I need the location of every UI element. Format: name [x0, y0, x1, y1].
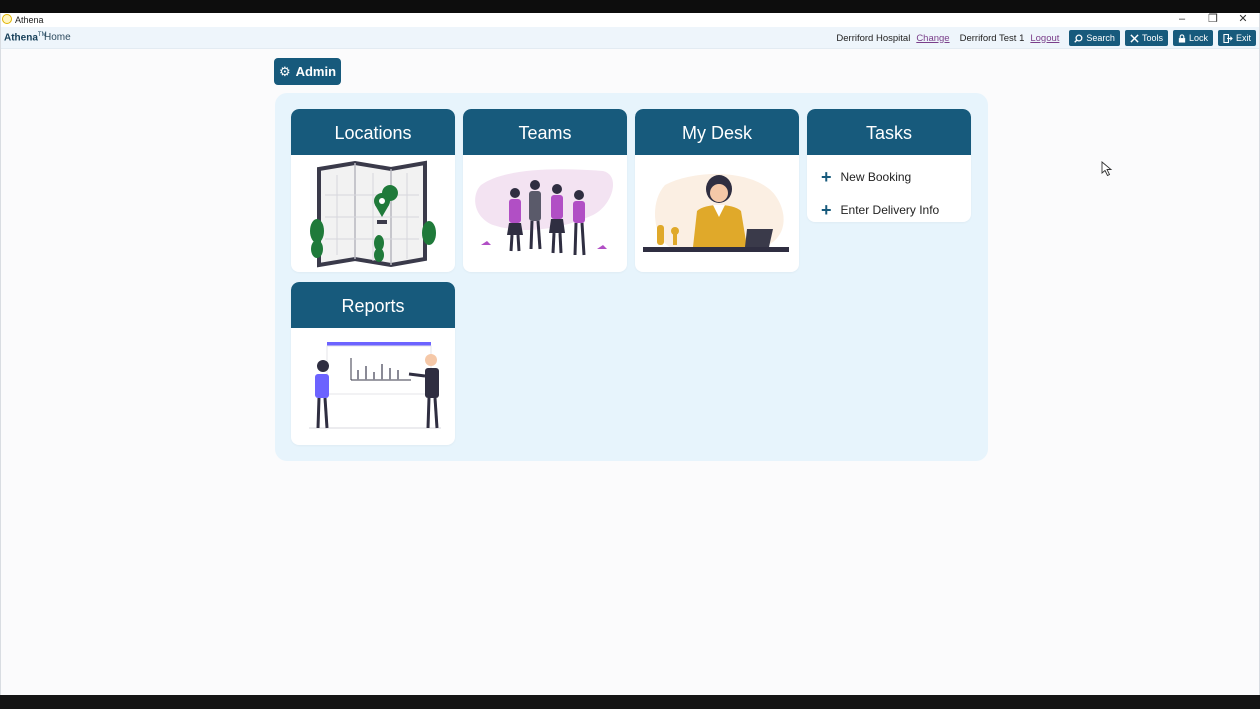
navbar-actions: Derriford Hospital Change Derriford Test…: [836, 30, 1256, 46]
mydesk-tile-title: My Desk: [635, 109, 799, 155]
breadcrumb-home[interactable]: Home: [44, 32, 71, 43]
dashboard-panel: Locations Teams My Desk Tasks + New Book…: [275, 93, 988, 461]
locations-tile[interactable]: Locations: [291, 109, 455, 272]
gear-icon: ⚙: [278, 63, 291, 79]
teams-tile-title: Teams: [463, 109, 627, 155]
reports-tile[interactable]: Reports: [291, 282, 455, 445]
task-enter-delivery-info-label: Enter Delivery Info: [840, 203, 940, 217]
change-site-link[interactable]: Change: [916, 33, 949, 44]
reports-illustration: [291, 328, 455, 445]
site-name: Derriford Hospital: [836, 32, 911, 44]
navbar: AthenaTM Home Derriford Hospital Change …: [1, 27, 1259, 49]
task-enter-delivery-info[interactable]: + Enter Delivery Info: [821, 201, 939, 219]
exit-button[interactable]: Exit: [1217, 30, 1256, 46]
teams-tile[interactable]: Teams: [463, 109, 627, 272]
logout-link[interactable]: Logout: [1030, 33, 1059, 44]
tools-icon: [1130, 33, 1139, 43]
task-new-booking-label: New Booking: [840, 170, 912, 184]
bottom-black-bar: [0, 695, 1260, 709]
window-titlebar: Athena – ❐ ✕: [1, 13, 1259, 27]
exit-icon: [1223, 33, 1233, 43]
teams-illustration: [463, 155, 627, 272]
screen: Athena – ❐ ✕ AthenaTM Home Derriford Hos…: [0, 0, 1260, 709]
plus-icon: +: [821, 200, 832, 220]
reports-tile-title: Reports: [291, 282, 455, 328]
admin-button[interactable]: ⚙ Admin: [274, 58, 341, 85]
plus-icon: +: [821, 167, 832, 187]
close-icon[interactable]: ✕: [1228, 13, 1258, 27]
team-people-icon: [475, 169, 614, 256]
lock-icon: [1178, 33, 1186, 43]
mouse-cursor-icon: [1101, 161, 1113, 177]
locations-tile-title: Locations: [291, 109, 455, 155]
task-new-booking[interactable]: + New Booking: [821, 168, 911, 186]
admin-button-label: Admin: [295, 64, 337, 79]
mydesk-illustration: [635, 155, 799, 272]
tools-button-label: Tools: [1141, 33, 1163, 43]
app-window: Athena – ❐ ✕ AthenaTM Home Derriford Hos…: [0, 13, 1260, 695]
mydesk-tile[interactable]: My Desk: [635, 109, 799, 272]
athena-app-icon: [2, 14, 12, 24]
lock-button-label: Lock: [1188, 33, 1208, 43]
user-name: Derriford Test 1: [959, 32, 1025, 44]
tasks-tile: Tasks + New Booking + Enter Delivery Inf…: [807, 109, 971, 222]
exit-button-label: Exit: [1235, 33, 1251, 43]
search-button[interactable]: Search: [1069, 30, 1120, 46]
map-illustration-icon: [310, 160, 436, 268]
top-black-bar: [0, 0, 1260, 13]
locations-illustration: [291, 155, 455, 272]
brand: AthenaTM: [4, 32, 47, 44]
restore-icon[interactable]: ❐: [1198, 13, 1228, 27]
presentation-chart-icon: [309, 342, 441, 429]
window-title: Athena: [15, 15, 44, 25]
desk-worker-icon: [643, 174, 789, 252]
tools-button[interactable]: Tools: [1124, 30, 1168, 46]
tasks-tile-title: Tasks: [807, 109, 971, 155]
minimize-icon[interactable]: –: [1167, 13, 1197, 27]
lock-button[interactable]: Lock: [1172, 30, 1213, 46]
search-button-label: Search: [1086, 33, 1115, 43]
search-icon: [1074, 34, 1083, 43]
